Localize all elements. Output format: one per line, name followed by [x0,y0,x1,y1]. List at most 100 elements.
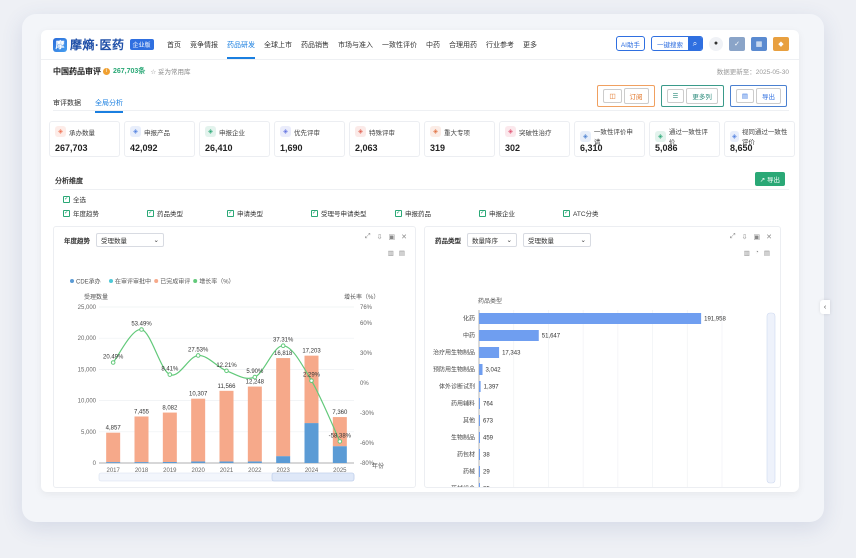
apps-icon[interactable]: ▦ [751,36,767,51]
bar-segment [276,358,291,457]
bar-total-label: 7,455 [134,409,150,415]
close-icon[interactable]: ✕ [401,233,407,241]
dimension-export-label: 导出 [767,177,780,184]
select-all-label: 全选 [73,197,86,204]
bar-value-label: 29 [483,470,490,476]
main-menu: 首页 竞争情报 药品研发 全球上市 药品销售 市场与准入 一致性评价 中药 合理用药 行业参考 更多 [167,40,537,59]
bar-total-label: 16,818 [274,351,293,357]
side-collapse-handle[interactable]: ‹ [820,300,830,314]
export-button[interactable]: ▤ 导出 [729,85,787,107]
nav-item-3[interactable]: 全球上市 [264,40,292,50]
ai-assistant-button[interactable]: AI助手 [615,36,645,51]
nav-item-2[interactable]: 药品研发 [227,40,255,59]
growth-label: 53.49% [131,322,152,328]
stat-value: 8,650 [730,143,753,153]
stat-icon: ◈ [730,130,739,142]
nav-item-0[interactable]: 首页 [167,40,181,50]
dimension-divider [53,189,789,190]
nav-item-4[interactable]: 药品销售 [301,40,329,50]
tab-review-data[interactable]: 审评数据 [53,98,81,108]
y2-tick-label: 60% [360,321,373,327]
stat-card[interactable]: ◈ 通过一致性评价 5,086 [649,121,720,157]
search-icon[interactable]: ⌕ [688,37,702,50]
sort-value: 数量降序 [472,238,498,245]
y2-tick-label: 0% [360,381,369,387]
expand-icon[interactable]: ⤢ [730,233,736,241]
nav-item-1[interactable]: 竞争情报 [190,40,218,50]
profile-icon[interactable]: ◆ [773,36,789,51]
quick-search-label: 一键搜索 [657,41,683,49]
stat-icon: ◈ [130,126,141,137]
update-date: 数据更新至：2025-05-30 [716,69,789,76]
app-window: 摩 摩熵·医药 企业版 首页 竞争情报 药品研发 全球上市 药品销售 市场与准入 一致性评价… [41,30,799,492]
bar-total-label: 10,307 [189,392,208,398]
dimension-checkbox[interactable]: ✓ 申报企业 [479,208,563,218]
bar [479,330,539,341]
growth-point [252,374,258,380]
more-columns-button[interactable]: ☰ 更多列 [660,85,724,107]
stat-card[interactable]: ◈ 承办数量 267,703 [49,121,120,157]
nav-item-9[interactable]: 行业参考 [486,40,514,50]
select-all-checkbox[interactable]: ✓ 全选 [63,194,86,204]
growth-point [280,343,286,348]
tab-global-analysis[interactable]: 全局分析 [95,98,123,113]
growth-point [139,327,144,332]
bar-total-label: 8,082 [162,406,178,412]
stat-card[interactable]: ◈ 特殊评审 2,063 [349,121,420,157]
bar-segment [219,461,234,463]
expand-icon[interactable]: ⤢ [365,233,371,241]
stat-card[interactable]: ◈ 申报企业 26,410 [199,121,270,157]
chevron-down-icon: ⌄ [506,237,512,244]
nav-item-7[interactable]: 中药 [426,40,440,50]
subscribe-button[interactable]: ◫ 订阅 [597,85,655,107]
stat-card[interactable]: ◈ 申报产品 42,092 [124,121,195,157]
bar-value-label: 459 [483,436,494,442]
dimension-checkbox-label: 药品类型 [157,211,183,218]
stat-card[interactable]: ◈ 优先评审 1,690 [274,121,345,157]
close-icon[interactable]: ✕ [766,233,772,241]
dimension-checkbox[interactable]: ✓ 药品类型 [147,208,227,218]
download-icon[interactable]: ⇩ [377,233,383,241]
y-tick-label: 10,000 [78,399,97,405]
stat-card[interactable]: ◈ 重大专项 319 [424,121,495,157]
y-tick-label: 生物制品 [451,434,475,442]
nav-item-5[interactable]: 市场与准入 [338,40,373,50]
drug-type-panel-header: 药品类型 数量降序 ⌄ 受理数量 ⌄ [435,233,591,247]
image-icon[interactable]: ▣ [389,233,396,241]
stat-card[interactable]: ◈ 视同通过一致性评价 8,650 [724,121,795,157]
nav-item-10[interactable]: 更多 [523,40,537,50]
dimension-checkbox[interactable]: ✓ ATC分类 [563,208,623,218]
user-avatar[interactable]: ✓ [729,36,745,51]
y-tick-label: 其他 [463,417,475,425]
drug-type-panel: 药品类型 数量降序⌄ 受理数量⌄ ⤢ ⇩ ▣ ✕ ▥ ◔ ▤ 药品类型受理数量0… [424,226,781,488]
dimension-checkbox[interactable]: ✓ 年度趋势 [63,208,147,218]
dimension-export-button[interactable]: ↗ 导出 [754,172,785,186]
favorite-link[interactable]: ☆ 妥为常用库 [150,66,190,76]
y-tick-label: 药用辅料 [451,400,475,408]
brand-logo[interactable]: 摩 摩熵·医药 企业版 [53,36,154,53]
drug-type-metric-select[interactable]: 受理数量 ⌄ [523,233,591,247]
sort-select[interactable]: 数量降序 ⌄ [467,233,517,247]
image-icon[interactable]: ▣ [754,233,761,241]
nav-item-6[interactable]: 一致性评价 [382,40,417,50]
bar [479,449,480,460]
download-icon[interactable]: ⇩ [742,233,748,241]
stat-icon: ◈ [280,126,291,137]
quick-search[interactable]: 一键搜索 ⌕ [651,36,703,51]
legend-marker [193,279,198,283]
bell-icon[interactable]: ● [709,36,723,51]
stat-value: 6,310 [580,143,603,153]
nav-right: AI助手 一键搜索 ⌕ ● ✓ ▦ ◆ [615,36,789,51]
dimension-checkbox[interactable]: ✓ 受理号申请类型 [311,208,395,218]
dimension-checkbox[interactable]: ✓ 申请类型 [227,208,311,218]
bar [479,466,480,477]
nav-item-8[interactable]: 合理用药 [449,40,477,50]
trend-metric-select[interactable]: 受理数量 ⌄ [96,233,164,247]
stat-card[interactable]: ◈ 一致性评价申请 6,310 [574,121,645,157]
stat-card[interactable]: ◈ 突破性治疗 302 [499,121,570,157]
drug-type-metric-value: 受理数量 [528,238,554,245]
info-icon[interactable]: i [103,67,110,75]
dimension-checkbox[interactable]: ✓ 申报药品 [395,208,479,218]
brand-mark-icon: 摩 [53,37,67,52]
check-icon: ✓ [311,209,318,217]
